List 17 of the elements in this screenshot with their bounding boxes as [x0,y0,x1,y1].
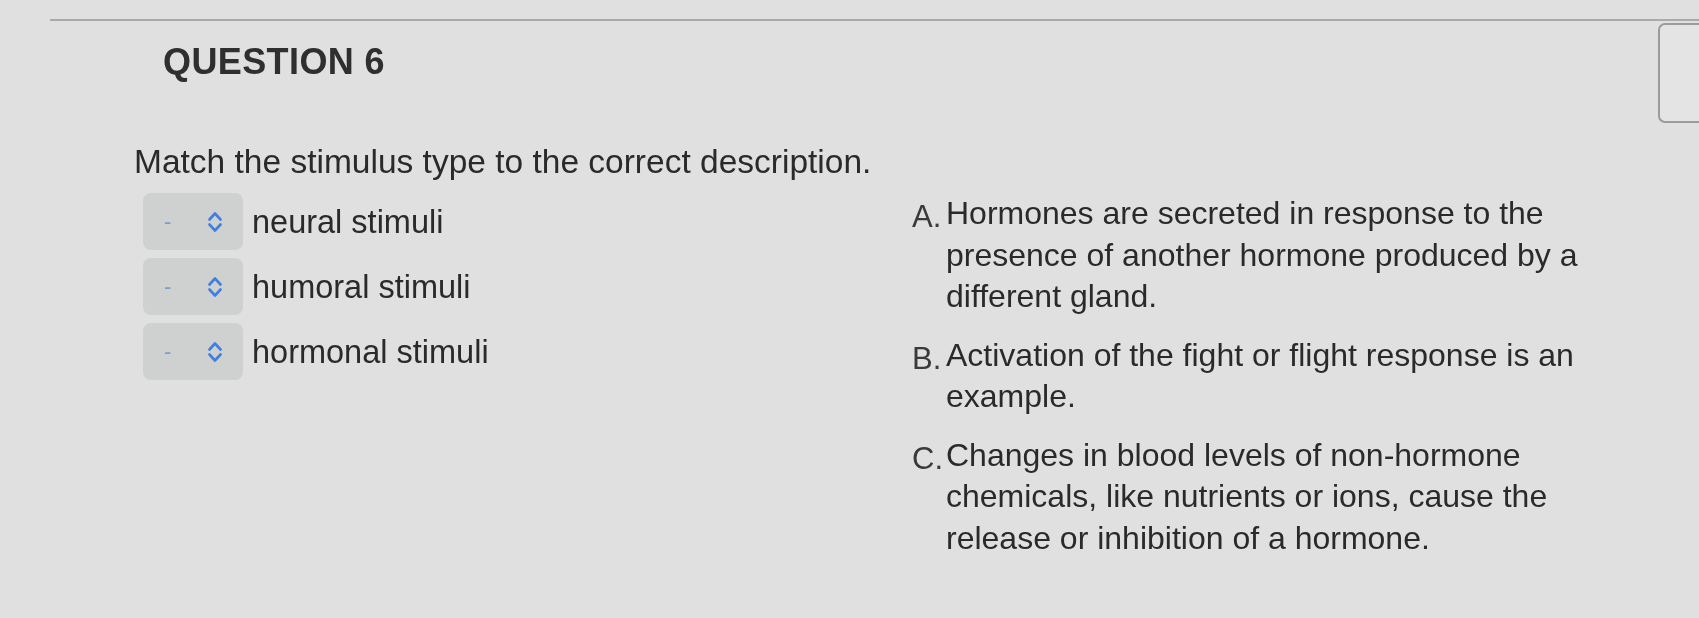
chevron-updown-icon [208,275,223,298]
question-title: QUESTION 6 [163,40,386,83]
match-select[interactable]: - [143,193,243,250]
answer-letter: A. [912,198,943,236]
stimulus-label: humoral stimuli [252,267,471,307]
chevron-updown-icon [208,210,223,233]
answer-letter: B. [912,339,943,378]
answer-description: Activation of the fight or flight response is an example. [946,335,1575,416]
answer-description: Changes in blood levels of non-hormone chemicals, like nutrients or ions, cause the release or inhibition of a hormone. [946,435,1549,558]
stimulus-label: neural stimuli [252,202,444,242]
question-prompt: Match the stimulus type to the correct description. [134,143,872,181]
chevron-updown-icon [208,340,223,363]
answer-letter: C. [912,439,944,478]
match-select[interactable]: - [143,258,243,315]
answer-description: Hormones are secreted in response to the presence of another hormone produced by a different gland. [946,194,1579,316]
match-select[interactable]: - [143,323,243,380]
stimulus-label: hormonal stimuli [252,332,489,372]
